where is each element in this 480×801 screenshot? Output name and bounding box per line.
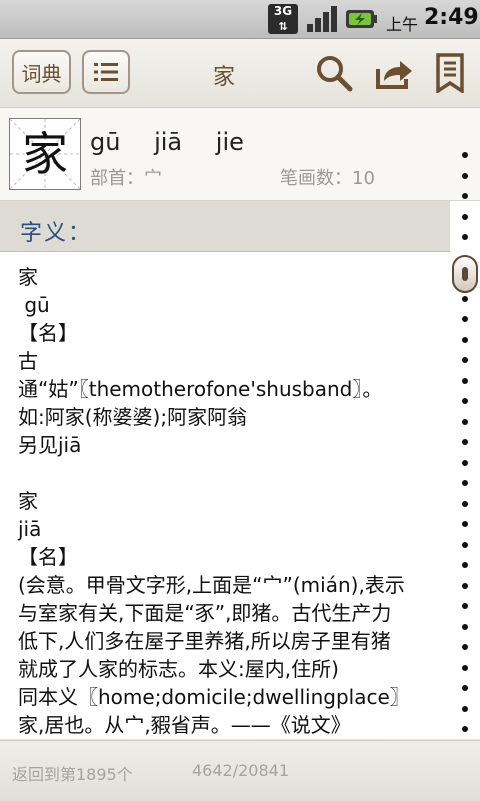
stroke-count: 笔画数：10 — [280, 168, 375, 189]
scroll-dot — [462, 398, 468, 404]
definition-line: jiā — [18, 517, 42, 541]
scroll-dot — [462, 705, 468, 712]
entry-position: 4642/20841 — [192, 761, 290, 780]
definition-line: 家 — [18, 489, 38, 513]
scroll-dot — [462, 357, 468, 363]
scroll-dot — [462, 562, 468, 568]
character-box: 家 — [9, 118, 81, 190]
scroll-dot — [462, 316, 468, 322]
scroll-dot — [462, 726, 468, 732]
definition-line: 与室家有关,下面是“豕”,即猪。古代生产力 — [18, 601, 392, 625]
scroll-dot — [462, 295, 468, 302]
pinyin-reading[interactable]: jie — [216, 128, 244, 156]
pinyin-reading[interactable]: jiā — [154, 128, 182, 156]
list-button[interactable] — [82, 50, 130, 94]
scroll-dot — [462, 541, 468, 548]
list-icon — [94, 63, 118, 81]
definition-line: 家 — [18, 265, 38, 289]
radical-label: 部首：宀 — [90, 168, 162, 189]
search-icon[interactable] — [314, 53, 354, 93]
scroll-thumb[interactable] — [452, 255, 478, 293]
share-icon[interactable] — [374, 53, 414, 93]
scroll-dot — [462, 377, 468, 384]
scroll-dot — [462, 603, 468, 609]
scroll-dot — [462, 521, 468, 527]
section-header: 字义： — [0, 201, 450, 252]
scroll-dot — [462, 500, 468, 507]
character-header: 家 gū jiā jie 部首：宀 笔画数：10 — [0, 108, 480, 201]
character-glyph: 家 — [22, 127, 68, 181]
definition-line: 如:阿家(称婆婆);阿家阿翁 — [18, 405, 248, 429]
definition-content[interactable]: 字义： 家 gū 【名】古通“姑”〖themotherofone'shusband… — [0, 201, 480, 739]
battery-charging-icon — [346, 10, 377, 28]
dictionary-button[interactable]: 词典 — [12, 50, 71, 94]
signal-icon — [307, 6, 337, 32]
definition-line — [18, 459, 458, 487]
scroll-dot — [462, 418, 468, 425]
definition-line: 【名】 — [18, 321, 78, 345]
back-to-index-link[interactable]: 返回到第1895个 — [12, 761, 133, 785]
page-title: 家 — [212, 65, 235, 90]
scroll-dot — [462, 152, 468, 158]
definition-line: 通“姑”〖themotherofone'shusband〗。 — [18, 377, 383, 401]
scroll-dot — [462, 172, 468, 179]
clock-ampm: 上午 — [386, 15, 419, 34]
pinyin-list: gū jiā jie — [90, 128, 266, 156]
scroll-dot — [462, 213, 468, 220]
bookmark-icon[interactable] — [430, 53, 470, 93]
scroll-dot — [462, 644, 468, 650]
network-3g-icon: 3G ⇅ — [268, 4, 298, 34]
definition-line: (会意。甲骨文字形,上面是“宀”(mián),表示 — [18, 573, 405, 597]
definition-line: 家,居也。从宀,豭省声。——《说文》 — [18, 713, 351, 737]
scroll-dot — [462, 664, 468, 671]
network-type-label: 3G — [273, 4, 293, 18]
scroll-dot — [462, 336, 468, 343]
toolbar: 词典 家 — [0, 39, 480, 108]
section-title: 字义： — [20, 221, 93, 246]
definition-line: 【名】 — [18, 545, 78, 569]
definition-line: 古 — [18, 349, 38, 373]
scroll-dot — [462, 685, 468, 691]
definition-line: 就成了人家的标志。本义:屋内,住所) — [18, 657, 339, 681]
scroll-dot — [462, 623, 468, 630]
clock-time: 2:49 — [424, 5, 479, 30]
definition-line: 低下,人们多在屋子里养猪,所以房子里有猪 — [18, 629, 391, 653]
definition-text: 家 gū 【名】古通“姑”〖themotherofone'shusband〗。 如:… — [18, 263, 458, 739]
footer-bar: 返回到第1895个 4642/20841 — [0, 740, 480, 801]
status-bar: 3G ⇅ 上午 2:49 — [0, 0, 480, 39]
scroll-dot — [462, 193, 468, 199]
scroll-dot — [462, 480, 468, 486]
scroll-dot — [462, 234, 468, 240]
scroll-dot — [462, 582, 468, 589]
scroll-track[interactable] — [450, 108, 480, 740]
definition-line: 同本义〖home;domicile;dwellingplace〗 — [18, 685, 410, 709]
definition-line: 另见jiā — [18, 433, 82, 457]
definition-line: gū — [18, 293, 50, 317]
scroll-dot — [462, 439, 468, 445]
scroll-dot — [462, 459, 468, 466]
dictionary-button-label: 词典 — [21, 61, 62, 86]
pinyin-reading[interactable]: gū — [90, 128, 120, 156]
